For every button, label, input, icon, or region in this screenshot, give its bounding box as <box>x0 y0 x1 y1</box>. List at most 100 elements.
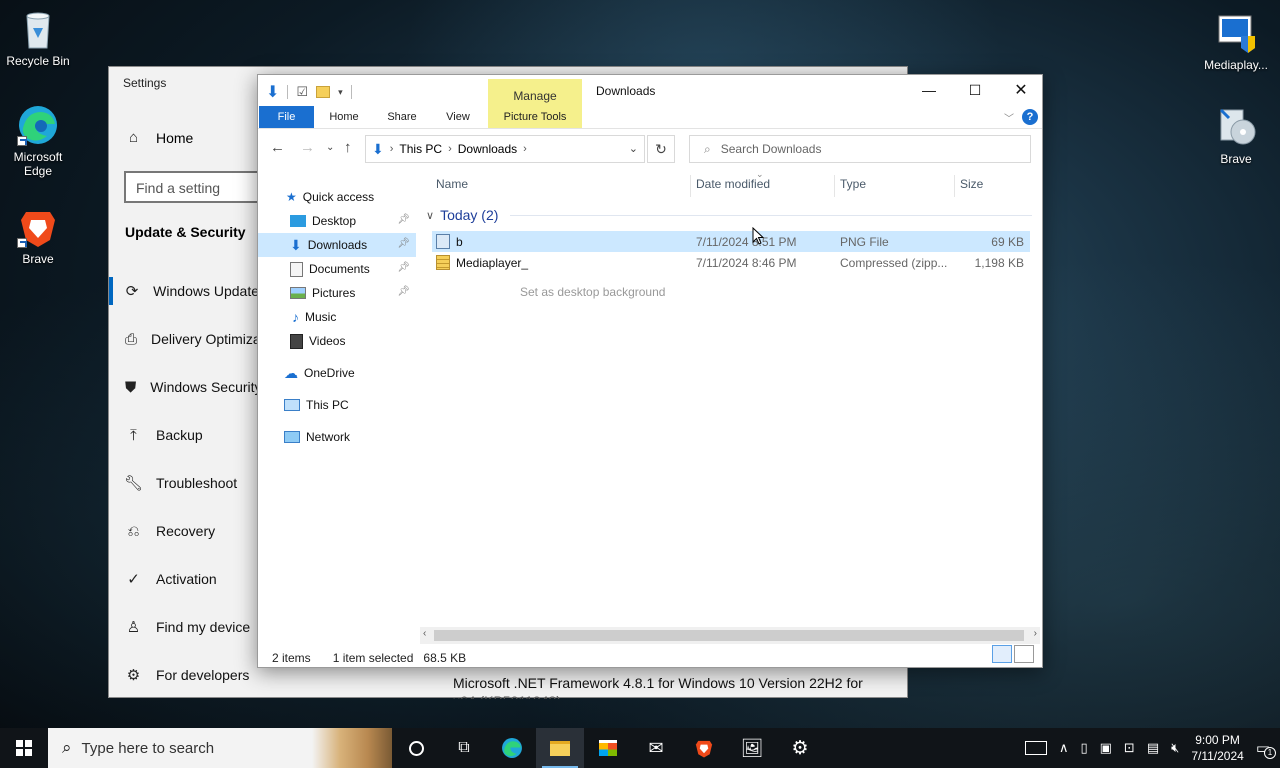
breadcrumb-this-pc[interactable]: This PC <box>399 142 442 156</box>
expand-ribbon-icon[interactable]: ﹀ <box>1004 110 1014 125</box>
tab-share[interactable]: Share <box>378 106 426 128</box>
taskbar-edge[interactable] <box>488 728 536 768</box>
column-divider[interactable] <box>690 175 691 197</box>
column-divider[interactable] <box>834 175 835 197</box>
clock-date: 7/11/2024 <box>1191 749 1244 763</box>
breadcrumb-downloads[interactable]: Downloads <box>458 142 517 156</box>
nav-quick-access[interactable]: ★ Quick access <box>258 185 416 209</box>
group-header-today[interactable]: ∨ Today (2) <box>426 207 1032 223</box>
desktop-icon-edge[interactable]: Microsoft Edge <box>0 104 76 178</box>
show-hidden-icons-chevron[interactable]: ∧ <box>1059 740 1069 756</box>
tab-picture-tools[interactable]: Picture Tools <box>488 106 582 128</box>
search-downloads-input[interactable]: ⌕ Search Downloads <box>689 135 1031 163</box>
settings-home-link[interactable]: ⌂ Home <box>125 129 193 146</box>
task-view-button[interactable]: ⧉ <box>440 728 488 768</box>
taskbar-settings[interactable]: ⚙︎ <box>776 728 824 768</box>
large-icons-view-icon[interactable] <box>1014 645 1034 663</box>
desktop-icon-mediaplayer[interactable]: Mediaplay... <box>1198 12 1274 72</box>
refresh-button[interactable]: ↻ <box>647 135 675 163</box>
ribbon-divider <box>258 128 1042 129</box>
taskbar-brave[interactable] <box>680 728 728 768</box>
recent-locations-icon[interactable]: ⌄ <box>326 142 334 153</box>
scroll-left-icon[interactable]: ‹ <box>423 628 426 639</box>
computer-icon <box>284 399 300 411</box>
cloud-icon: ☁ <box>284 364 298 381</box>
desktop-icon-recycle-bin[interactable]: Recycle Bin <box>0 8 76 68</box>
close-button[interactable]: ✕ <box>998 75 1044 105</box>
column-header-size[interactable]: Size <box>960 177 983 191</box>
settings-nav-for-developers[interactable]: ⚙︎ For developers <box>109 651 259 699</box>
cortana-button[interactable] <box>392 728 440 768</box>
taskbar-search-box[interactable]: ⌕ Type here to search <box>48 728 392 768</box>
qat-dropdown-icon[interactable]: ▾ <box>338 87 343 98</box>
address-bar[interactable]: ⬇ › This PC › Downloads › ⌄ <box>365 135 645 163</box>
png-file-icon <box>436 234 450 249</box>
column-divider[interactable] <box>954 175 955 197</box>
file-date: 7/11/2024 8:51 PM <box>696 234 797 249</box>
settings-nav-troubleshoot[interactable]: 🔧︎ Troubleshoot <box>109 459 259 507</box>
help-icon[interactable]: ? <box>1022 109 1038 125</box>
nav-pictures[interactable]: Pictures 📌︎ <box>258 281 416 305</box>
minimize-button[interactable]: — <box>906 75 952 105</box>
news-widget-icon[interactable] <box>1024 741 1047 755</box>
nav-network[interactable]: Network <box>258 425 416 449</box>
notification-center-icon[interactable]: ▭ 1 <box>1256 739 1276 759</box>
network-status-icon[interactable]: ⊡ <box>1124 740 1135 756</box>
settings-nav-delivery-optimization[interactable]: ⎙ Delivery Optimization <box>109 315 283 363</box>
security-status-icon[interactable]: ▤ <box>1147 740 1159 756</box>
tab-file[interactable]: File <box>259 106 314 128</box>
clock[interactable]: 9:00 PM 7/11/2024 <box>1191 732 1244 764</box>
properties-icon[interactable]: ☑ <box>296 84 308 100</box>
meet-now-icon[interactable]: ▣ <box>1100 740 1112 756</box>
volume-muted-icon[interactable]: 🔇︎ <box>1171 740 1179 756</box>
find-setting-input[interactable]: Find a setting <box>124 171 264 203</box>
column-header-name[interactable]: Name <box>436 177 468 191</box>
taskbar: ⌕ Type here to search ⧉ ✉ 🖼︎ ⚙︎ ∧ ▯ ▣ ⊡ … <box>0 728 1280 768</box>
up-arrow-icon[interactable]: ↑ <box>344 139 352 156</box>
nav-this-pc[interactable]: This PC <box>258 393 416 417</box>
scrollbar-thumb[interactable] <box>434 630 1024 641</box>
desktop-icon-brave-setup[interactable]: Brave <box>1198 106 1274 166</box>
usb-icon[interactable]: ▯ <box>1080 740 1087 756</box>
horizontal-scrollbar[interactable]: ‹ › <box>420 627 1040 644</box>
nav-desktop[interactable]: Desktop 📌︎ <box>258 209 416 233</box>
nav-label: Pictures <box>312 286 356 300</box>
forward-arrow-icon[interactable]: → <box>300 139 315 156</box>
window-title: Downloads <box>596 84 656 98</box>
tab-view[interactable]: View <box>434 106 482 128</box>
nav-label: Network <box>306 430 351 444</box>
nav-documents[interactable]: Documents 📌︎ <box>258 257 416 281</box>
taskbar-mail[interactable]: ✉ <box>632 728 680 768</box>
taskbar-file-explorer[interactable] <box>536 728 584 768</box>
address-dropdown-icon[interactable]: ⌄ <box>629 142 638 155</box>
maximize-button[interactable]: ☐ <box>952 75 998 105</box>
file-type: PNG File <box>840 234 889 249</box>
settings-nav-backup[interactable]: ⤒ Backup <box>109 411 259 459</box>
settings-nav-label: Windows Update <box>153 283 259 299</box>
nav-downloads[interactable]: ⬇ Downloads 📌︎ <box>258 233 416 257</box>
taskbar-photos[interactable]: 🖼︎ <box>728 728 776 768</box>
new-folder-icon[interactable] <box>316 86 331 98</box>
nav-videos[interactable]: Videos <box>258 329 416 353</box>
photos-icon: 🖼︎ <box>740 737 764 758</box>
nav-onedrive[interactable]: ☁ OneDrive <box>258 361 416 385</box>
pictures-icon <box>290 287 306 299</box>
file-row[interactable]: b 7/11/2024 8:51 PM PNG File 69 KB <box>432 231 1030 252</box>
taskbar-store[interactable] <box>584 728 632 768</box>
scroll-right-icon[interactable]: › <box>1034 628 1037 639</box>
back-arrow-icon[interactable]: ← <box>270 139 285 156</box>
settings-nav-find-my-device[interactable]: ♙ Find my device <box>109 603 259 651</box>
file-size: 69 KB <box>991 234 1024 249</box>
desktop-icon-brave[interactable]: Brave <box>0 206 76 266</box>
column-header-type[interactable]: Type <box>840 177 866 191</box>
settings-nav-windows-update[interactable]: ⟳ Windows Update <box>109 267 259 315</box>
tab-home[interactable]: Home <box>320 106 368 128</box>
settings-nav-recovery[interactable]: ⎌ Recovery <box>109 507 259 555</box>
file-row[interactable]: Mediaplayer_ 7/11/2024 8:46 PM Compresse… <box>432 252 1030 273</box>
details-view-icon[interactable] <box>992 645 1012 663</box>
settings-nav-activation[interactable]: ✓ Activation <box>109 555 259 603</box>
start-button[interactable] <box>0 728 48 768</box>
nav-music[interactable]: ♪ Music <box>258 305 416 329</box>
settings-nav-windows-security[interactable]: ⛊ Windows Security <box>109 363 262 411</box>
mouse-cursor-icon <box>752 227 764 245</box>
